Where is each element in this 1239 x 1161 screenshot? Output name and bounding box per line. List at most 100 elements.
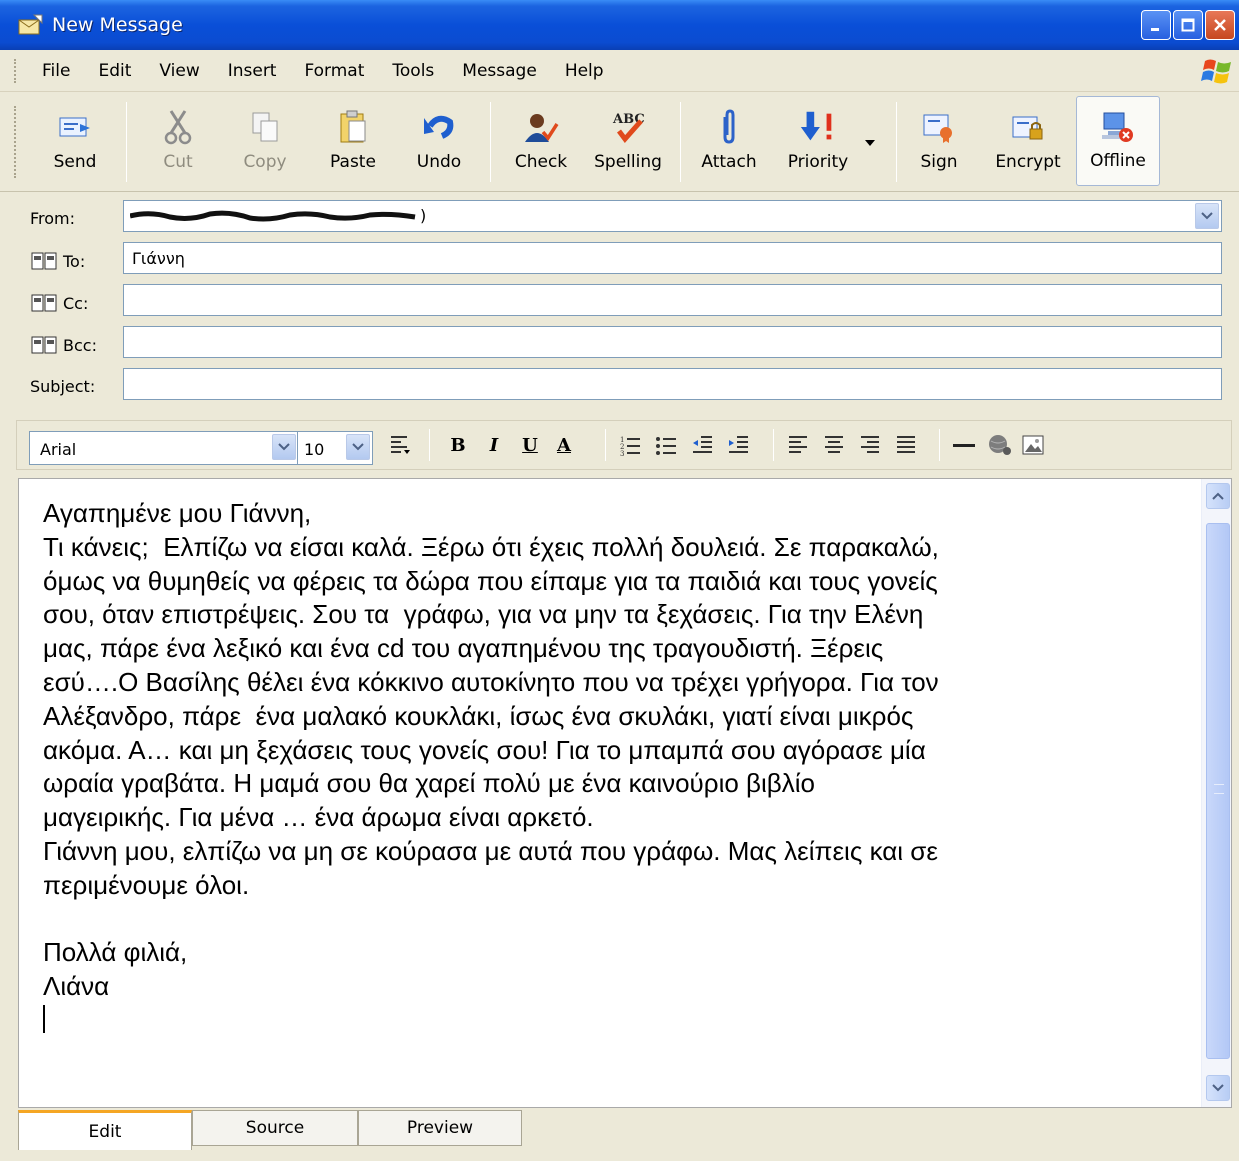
to-field[interactable]: Γιάννη	[123, 242, 1222, 274]
scroll-thumb[interactable]	[1206, 523, 1230, 1059]
to-label-group[interactable]: To:	[30, 251, 85, 271]
spell-check-icon: ABC	[608, 108, 648, 146]
decrease-indent-icon[interactable]	[689, 431, 715, 459]
cut-label: Cut	[163, 152, 193, 172]
scroll-down-button[interactable]	[1206, 1075, 1230, 1101]
format-separator	[605, 429, 606, 461]
insert-picture-icon[interactable]	[1021, 431, 1047, 459]
menu-view[interactable]: View	[159, 61, 199, 81]
offline-button[interactable]: Offline	[1076, 96, 1160, 186]
priority-icon	[798, 108, 838, 146]
send-label: Send	[53, 152, 97, 172]
align-left-icon[interactable]	[785, 431, 811, 459]
bold-button[interactable]: B	[445, 431, 471, 459]
font-size-value: 10	[304, 440, 325, 459]
svg-text:3: 3	[620, 450, 624, 456]
bcc-field[interactable]	[123, 326, 1222, 358]
from-value-tail: )	[420, 206, 427, 225]
align-center-icon[interactable]	[821, 431, 847, 459]
encrypt-label: Encrypt	[995, 152, 1061, 172]
bullet-list-icon[interactable]	[653, 431, 679, 459]
message-body-text[interactable]: Αγαπημένε μου Γιάννη, Τι κάνεις; Ελπίζω …	[43, 497, 1193, 1038]
cc-label-group[interactable]: Cc:	[30, 293, 88, 313]
main-toolbar: Send Cut Copy Paste Undo Check ABC Spell…	[0, 92, 1239, 192]
menu-file[interactable]: File	[42, 61, 70, 81]
copy-button[interactable]: Copy	[230, 96, 300, 186]
check-names-icon	[521, 108, 561, 146]
send-button[interactable]: Send	[40, 96, 110, 186]
priority-dropdown-arrow-icon[interactable]	[864, 132, 876, 151]
to-row: To: Γιάννη	[0, 242, 1239, 280]
menu-help[interactable]: Help	[565, 61, 604, 81]
title-bar: New Message	[0, 0, 1239, 50]
cc-field[interactable]	[123, 284, 1222, 316]
tab-source[interactable]: Source	[192, 1110, 358, 1146]
redacted-sender-scribble	[130, 210, 416, 222]
numbered-list-icon[interactable]: 123	[617, 431, 643, 459]
undo-icon	[419, 108, 459, 146]
cc-label: Cc:	[63, 293, 89, 313]
menu-insert[interactable]: Insert	[228, 61, 277, 81]
spelling-label: Spelling	[594, 152, 662, 172]
chevron-down-icon[interactable]	[272, 434, 296, 460]
check-label: Check	[514, 152, 568, 172]
format-toolbar: Arial 10 B I U A 123	[16, 420, 1232, 470]
align-right-icon[interactable]	[857, 431, 883, 459]
cut-button[interactable]: Cut	[146, 96, 210, 186]
chevron-down-icon[interactable]	[346, 434, 370, 460]
attach-button[interactable]: Attach	[694, 96, 764, 186]
cc-row: Cc:	[0, 284, 1239, 322]
subject-field[interactable]	[123, 368, 1222, 400]
format-separator	[773, 429, 774, 461]
send-icon	[55, 108, 95, 146]
hyperlink-globe-icon[interactable]	[987, 431, 1013, 459]
toolbar-separator	[490, 102, 491, 182]
font-size-select[interactable]: 10	[297, 431, 373, 465]
paragraph-style-icon[interactable]	[387, 431, 413, 459]
tab-preview[interactable]: Preview	[358, 1110, 522, 1146]
text-caret	[43, 1004, 45, 1033]
minimize-button[interactable]	[1141, 10, 1171, 40]
undo-button[interactable]: Undo	[406, 96, 472, 186]
encrypt-button[interactable]: Encrypt	[990, 96, 1066, 186]
bcc-label-group[interactable]: Bcc:	[30, 335, 97, 355]
justify-icon[interactable]	[893, 431, 919, 459]
spelling-button[interactable]: ABC Spelling	[590, 96, 666, 186]
sign-certificate-icon	[919, 108, 959, 146]
from-select[interactable]: )	[123, 200, 1222, 232]
underline-button[interactable]: U	[517, 431, 543, 459]
font-color-button[interactable]: A	[551, 431, 577, 459]
address-book-icon	[31, 294, 57, 312]
window-controls	[1141, 10, 1235, 40]
menu-format[interactable]: Format	[304, 61, 364, 81]
new-message-icon	[18, 14, 44, 36]
italic-button[interactable]: I	[481, 431, 507, 459]
increase-indent-icon[interactable]	[725, 431, 751, 459]
scroll-up-button[interactable]	[1206, 483, 1230, 509]
menu-edit[interactable]: Edit	[98, 61, 131, 81]
message-body-editor[interactable]: Αγαπημένε μου Γιάννη, Τι κάνεις; Ελπίζω …	[18, 478, 1232, 1108]
horizontal-line-icon[interactable]	[951, 431, 977, 459]
chevron-down-icon[interactable]	[1195, 203, 1219, 229]
maximize-button[interactable]	[1173, 10, 1203, 40]
close-button[interactable]	[1205, 10, 1235, 40]
menu-message[interactable]: Message	[462, 61, 537, 81]
offline-computer-icon	[1098, 109, 1138, 147]
paste-label: Paste	[330, 152, 376, 172]
font-family-select[interactable]: Arial	[29, 431, 299, 465]
priority-label: Priority	[787, 152, 849, 172]
priority-button[interactable]: Priority	[780, 96, 856, 186]
toolbar-separator	[126, 102, 127, 182]
subject-label: Subject:	[30, 377, 96, 396]
from-label: From:	[30, 209, 76, 228]
scroll-thumb-grip	[1214, 784, 1224, 794]
toolbar-separator	[680, 102, 681, 182]
menu-tools[interactable]: Tools	[392, 61, 434, 81]
bcc-label: Bcc:	[63, 335, 97, 355]
sign-button[interactable]: Sign	[906, 96, 972, 186]
tab-edit[interactable]: Edit	[18, 1110, 192, 1150]
paste-button[interactable]: Paste	[318, 96, 388, 186]
check-names-button[interactable]: Check	[506, 96, 576, 186]
vertical-scrollbar[interactable]	[1201, 479, 1231, 1107]
attach-label: Attach	[701, 152, 757, 172]
